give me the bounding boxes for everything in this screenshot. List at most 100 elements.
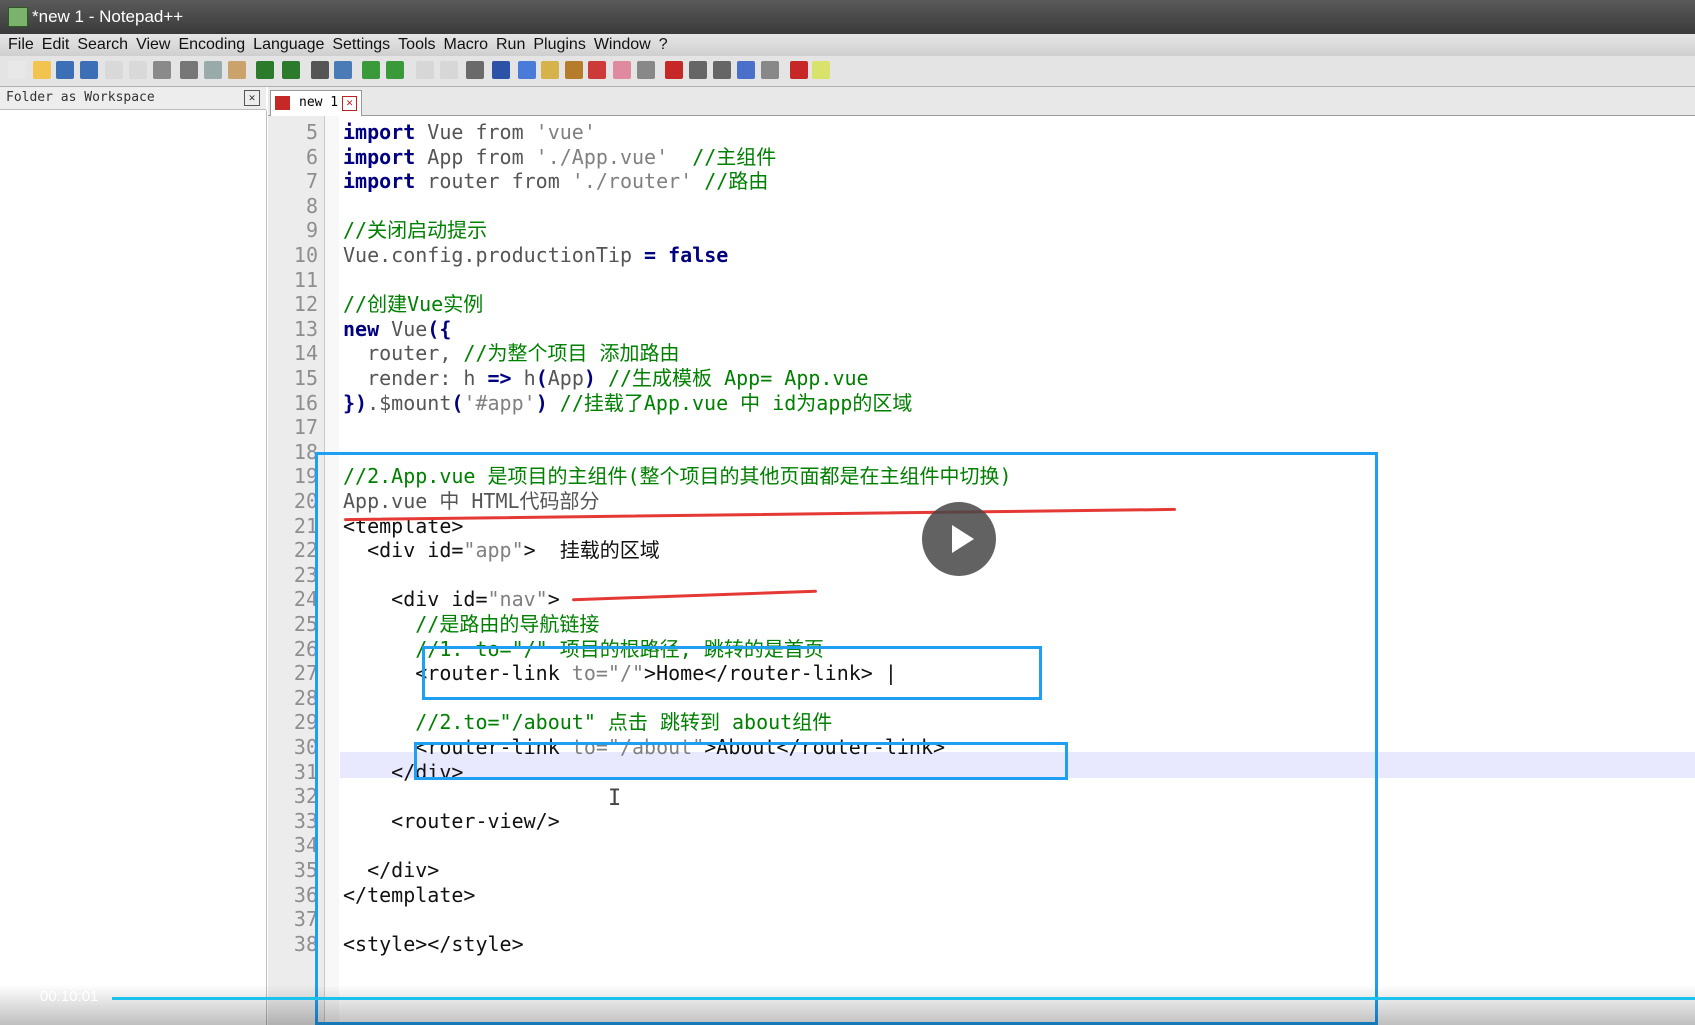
sync-v-icon[interactable] <box>416 61 434 79</box>
menu-plugins[interactable]: Plugins <box>529 34 589 56</box>
copy-icon[interactable] <box>204 61 222 79</box>
wrap-icon[interactable] <box>466 61 484 79</box>
function-list-icon[interactable] <box>588 61 606 79</box>
line-number: 6 <box>305 145 318 169</box>
tab-bar: new 1 ✕ <box>268 87 1695 116</box>
play-icon[interactable] <box>713 61 731 79</box>
record-icon[interactable] <box>665 61 683 79</box>
line-number: 18 <box>293 440 318 464</box>
code-token: new <box>343 317 380 341</box>
menu-tools[interactable]: Tools <box>394 34 439 56</box>
tab-new-1[interactable]: new 1 ✕ <box>270 90 362 116</box>
folder-workspace-panel <box>0 110 267 1025</box>
line-number: 15 <box>293 366 318 390</box>
menu-edit[interactable]: Edit <box>38 34 74 56</box>
udl-icon[interactable] <box>541 61 559 79</box>
folder-workspace-icon[interactable] <box>613 61 631 79</box>
line-number: 32 <box>293 784 318 808</box>
code-line: Vue.config.productionTip = false <box>343 242 728 268</box>
code-token: from <box>475 145 524 169</box>
annotation-box-main <box>315 452 1378 1025</box>
line-number: 7 <box>305 169 318 193</box>
menu-help[interactable]: ? <box>655 34 672 56</box>
folder-workspace-header: Folder as Workspace ✕ <box>0 87 266 110</box>
line-number: 11 <box>293 268 318 292</box>
undo-icon[interactable] <box>256 61 274 79</box>
cut-icon[interactable] <box>180 61 198 79</box>
video-progress-bar[interactable] <box>112 997 1695 1000</box>
line-number: 36 <box>293 883 318 907</box>
replace-icon[interactable] <box>334 61 352 79</box>
close-all-icon[interactable] <box>129 61 147 79</box>
menu-macro[interactable]: Macro <box>440 34 492 56</box>
code-token: = <box>644 243 657 267</box>
save-all-icon[interactable] <box>80 61 98 79</box>
line-number: 28 <box>293 686 318 710</box>
paste-icon[interactable] <box>228 61 246 79</box>
save-icon[interactable] <box>56 61 74 79</box>
redo-icon[interactable] <box>282 61 300 79</box>
code-token: //生成模板 App= App.vue <box>595 366 869 390</box>
close-icon[interactable] <box>105 61 123 79</box>
tab-close-icon[interactable]: ✕ <box>342 96 357 111</box>
line-number: 22 <box>293 538 318 562</box>
code-line: render: h => h(App) //生成模板 App= App.vue <box>343 365 869 391</box>
code-token: ) <box>583 366 596 390</box>
annotation-box-about-comment <box>414 742 1068 780</box>
find-icon[interactable] <box>311 61 329 79</box>
code-token: import <box>343 120 416 144</box>
spellcheck-icon[interactable] <box>790 61 808 79</box>
menu-window[interactable]: Window <box>590 34 655 56</box>
code-token: render: h <box>343 366 488 390</box>
menu-encoding[interactable]: Encoding <box>174 34 249 56</box>
code-token: 'vue' <box>523 120 596 144</box>
code-token: //关闭启动提示 <box>343 218 488 242</box>
sync-h-icon[interactable] <box>440 61 458 79</box>
line-number: 9 <box>305 218 318 242</box>
code-line: import router from './router' //路由 <box>343 168 768 194</box>
menu-language[interactable]: Language <box>249 34 328 56</box>
panel-close-icon[interactable]: ✕ <box>244 90 260 106</box>
play-button[interactable] <box>922 502 996 576</box>
stop-icon[interactable] <box>689 61 707 79</box>
code-line: //创建Vue实例 <box>343 291 483 317</box>
monitor-icon[interactable] <box>637 61 655 79</box>
code-token: h <box>511 366 536 390</box>
save-macro-icon[interactable] <box>761 61 779 79</box>
video-frame: *new 1 - Notepad++ File Edit Search View Enc… <box>0 0 1695 1025</box>
menu-view[interactable]: View <box>132 34 174 56</box>
doc-map-icon[interactable] <box>565 61 583 79</box>
run-multi-icon[interactable] <box>737 61 755 79</box>
open-file-icon[interactable] <box>33 61 51 79</box>
code-token: .$mount <box>367 391 452 415</box>
menu-file[interactable]: File <box>4 34 38 56</box>
window-title: *new 1 - Notepad++ <box>32 7 184 26</box>
code-token: //为整个项目 添加路由 <box>463 341 680 365</box>
folder-workspace-title: Folder as Workspace <box>6 90 155 105</box>
title-bar: *new 1 - Notepad++ <box>0 0 1695 34</box>
zoom-in-icon[interactable] <box>362 61 380 79</box>
code-token: }) <box>343 391 368 415</box>
menu-run[interactable]: Run <box>492 34 529 56</box>
line-number: 30 <box>293 735 318 759</box>
code-token: //主组件 <box>668 145 777 169</box>
code-token: Vue.config.productionTip <box>343 243 645 267</box>
code-token: '#app' <box>463 391 536 415</box>
video-controls: 00:10:01 <box>0 985 1695 1025</box>
toolbar <box>0 56 1695 87</box>
line-number: 10 <box>293 243 318 267</box>
line-number: 13 <box>293 317 318 341</box>
menu-settings[interactable]: Settings <box>328 34 394 56</box>
code-token: ({ <box>427 317 452 341</box>
zoom-out-icon[interactable] <box>386 61 404 79</box>
menu-search[interactable]: Search <box>73 34 132 56</box>
code-token: ( <box>535 366 548 390</box>
show-all-icon[interactable] <box>492 61 510 79</box>
extra-icon[interactable] <box>812 61 830 79</box>
line-number: 12 <box>293 292 318 316</box>
new-file-icon[interactable] <box>8 61 26 79</box>
indent-guide-icon[interactable] <box>518 61 536 79</box>
code-line: }).$mount('#app') //挂载了App.vue 中 id为app的… <box>343 390 912 416</box>
print-icon[interactable] <box>153 61 171 79</box>
line-number: 19 <box>293 464 318 488</box>
